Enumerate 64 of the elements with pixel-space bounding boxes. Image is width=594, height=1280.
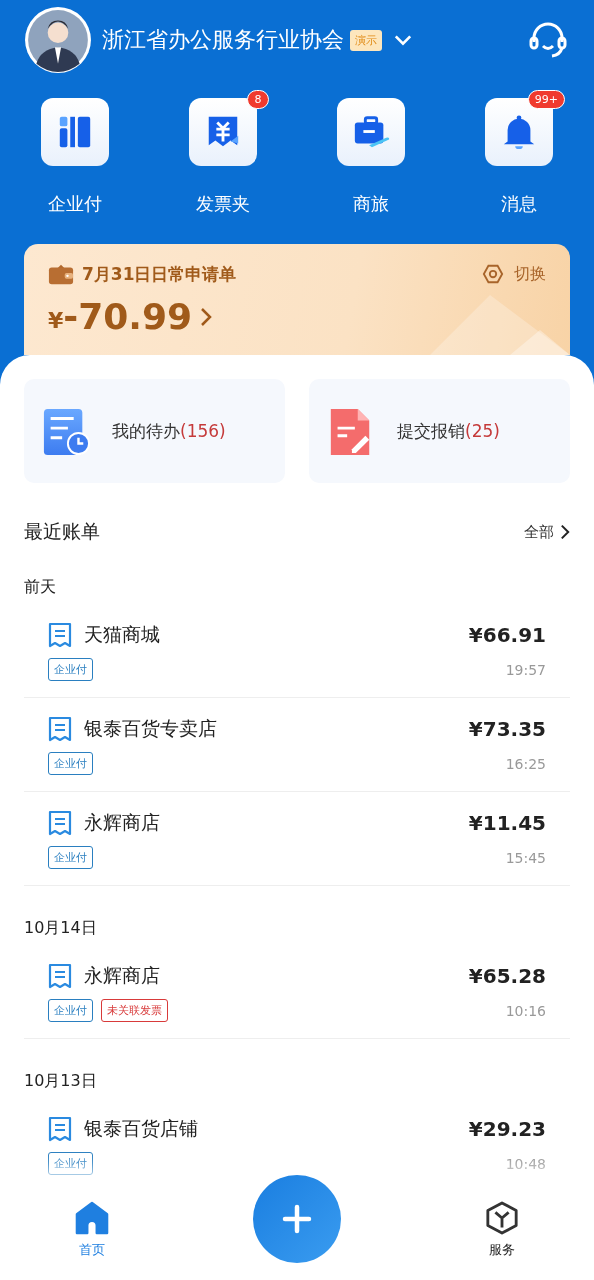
bill-amount: ¥73.35: [468, 717, 546, 741]
receipt-icon: [48, 622, 72, 648]
shortcut-label: 商旅: [353, 192, 389, 216]
bill-time: 10:16: [505, 1002, 546, 1019]
home-icon: [73, 1201, 111, 1235]
home-tab[interactable]: 首页: [63, 1185, 121, 1259]
todo-card[interactable]: 我的待办(156): [24, 379, 285, 483]
bill-time: 19:57: [505, 661, 546, 678]
plus-icon: [282, 1204, 312, 1234]
date-heading: 10月13日: [24, 1071, 98, 1092]
invoice-shortcut-button[interactable]: [189, 98, 257, 166]
bill-amount: ¥66.91: [468, 623, 546, 647]
receipt-icon: [48, 1116, 72, 1142]
travel-shortcut-button[interactable]: [337, 98, 405, 166]
receipt-icon: [48, 810, 72, 836]
merchant-name[interactable]: 天猫商城: [84, 622, 160, 648]
bill-time: 15:45: [505, 849, 546, 866]
bill-time: 10:48: [505, 1155, 546, 1172]
application-card[interactable]: 7月31日日常申请单 切换 ¥-70.99: [24, 244, 570, 355]
merchant-name[interactable]: 永辉商店: [84, 810, 160, 836]
chevron-down-icon[interactable]: [394, 34, 412, 46]
switch-button[interactable]: 切换: [482, 263, 546, 285]
document-clock-icon: [42, 407, 90, 455]
chevron-right-icon: [560, 524, 570, 540]
application-title: 7月31日日常申请单: [82, 262, 237, 286]
cube-icon: [483, 1201, 521, 1235]
bill-amount: ¥65.28: [468, 964, 546, 988]
view-all-link[interactable]: 全部: [524, 522, 570, 542]
section-title: 最近账单: [24, 519, 100, 544]
application-amount[interactable]: -70.99: [63, 296, 193, 337]
wallet-icon: [48, 262, 74, 286]
count-badge: 8: [247, 90, 269, 109]
payment-tag: 企业付: [48, 1152, 93, 1175]
task-label: 我的待办(156): [112, 419, 226, 443]
date-heading: 前天: [24, 577, 57, 598]
pay-shortcut-button[interactable]: [41, 98, 109, 166]
shortcut-label: 企业付: [48, 192, 102, 216]
merchant-name[interactable]: 永辉商店: [84, 963, 160, 989]
merchant-name[interactable]: 银泰百货专卖店: [84, 716, 217, 742]
payment-tag: 企业付: [48, 658, 93, 681]
task-label: 提交报销(25): [397, 419, 500, 443]
count-badge: 99+: [527, 90, 565, 109]
payment-tag: 企业付: [48, 999, 93, 1022]
payment-tag: 企业付: [48, 752, 93, 775]
receipt-icon: [48, 963, 72, 989]
shortcut-label: 发票夹: [196, 192, 250, 216]
demo-tag: 演示: [350, 29, 382, 51]
organization-name[interactable]: 浙江省办公服务行业协会: [102, 25, 344, 55]
payment-tag: 企业付: [48, 846, 93, 869]
date-heading: 10月14日: [24, 918, 98, 939]
merchant-name[interactable]: 银泰百货店铺: [84, 1116, 198, 1142]
warning-tag: 未关联发票: [101, 999, 168, 1022]
hexagon-icon: [482, 263, 504, 285]
bill-time: 16:25: [505, 755, 546, 772]
service-tab[interactable]: 服务: [473, 1185, 531, 1259]
avatar-icon[interactable]: [24, 6, 92, 74]
shortcut-label: 消息: [501, 192, 537, 216]
chevron-right-icon[interactable]: [200, 306, 213, 327]
currency-symbol: ¥: [48, 308, 64, 333]
bill-amount: ¥11.45: [468, 811, 546, 835]
receipt-icon: [48, 716, 72, 742]
submit-card[interactable]: 提交报销(25): [309, 379, 570, 483]
headset-icon[interactable]: [528, 22, 568, 58]
bill-amount: ¥29.23: [468, 1117, 546, 1141]
